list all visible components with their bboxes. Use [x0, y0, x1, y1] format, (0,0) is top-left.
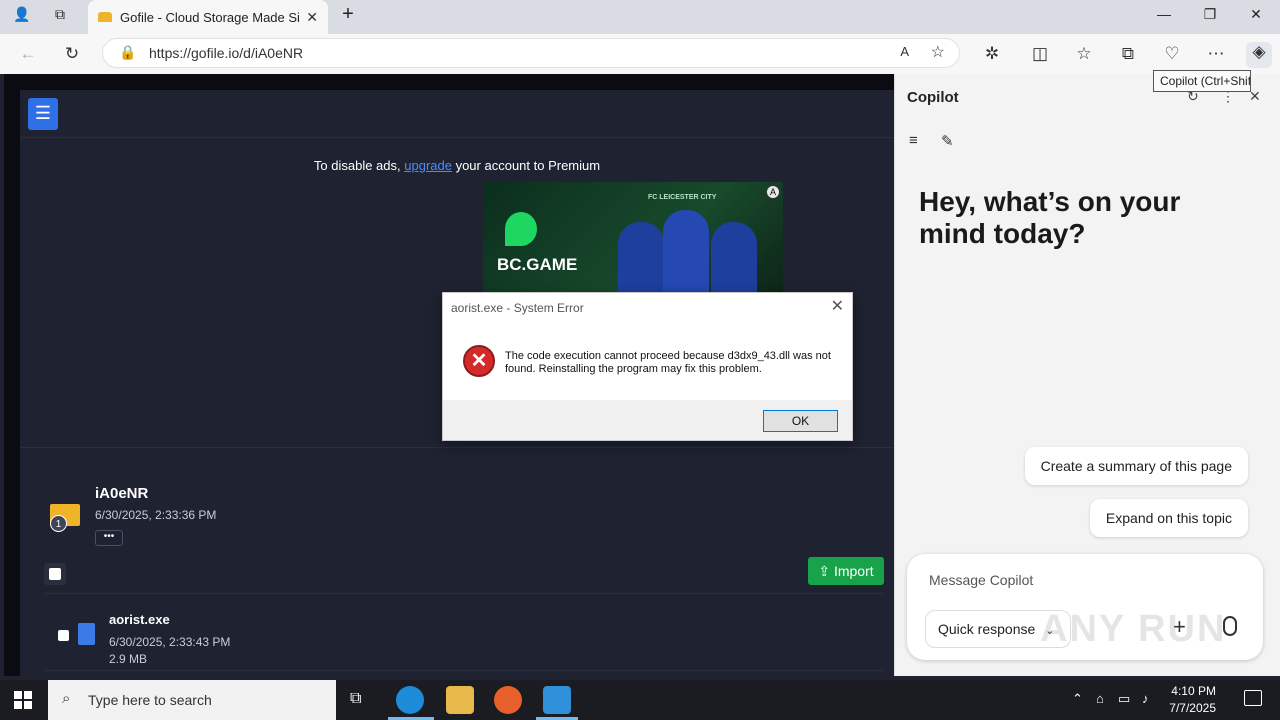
extensions-icon[interactable]: ✲ [980, 44, 1004, 64]
search-icon: ⌕ [62, 690, 71, 707]
minimize-icon[interactable]: — [1152, 6, 1176, 22]
browser-tab[interactable]: Gofile - Cloud Storage Made Simp ✕ [88, 0, 328, 34]
clock-time[interactable]: 4:10 PM [1171, 684, 1216, 698]
hamburger-menu-icon[interactable]: ☰ [28, 98, 58, 130]
url-text: https://gofile.io/d/iA0eNR [149, 45, 304, 61]
split-screen-icon[interactable]: ◫ [1028, 44, 1052, 64]
app-window-icon[interactable] [543, 686, 571, 714]
firefox-icon[interactable] [494, 686, 522, 714]
copilot-tooltip: Copilot (Ctrl+Shift+.) [1153, 70, 1251, 92]
site-header: ☰ [20, 90, 894, 138]
new-tab-icon[interactable]: + [336, 3, 360, 26]
volume-icon[interactable]: ♪ [1142, 691, 1149, 706]
file-date: 6/30/2025, 2:33:43 PM [109, 635, 231, 649]
browser-essentials-icon[interactable]: ♡ [1160, 44, 1184, 64]
folder-more-button[interactable]: ••• [95, 530, 123, 546]
anyrun-watermark: ANY RUN [1040, 608, 1227, 650]
message-input[interactable]: Message Copilot [929, 572, 1033, 588]
bc-game-logo-icon [505, 212, 537, 246]
ad-banner[interactable]: BC.GAME FC LEICESTER CITY A [483, 182, 783, 297]
import-label: Import [833, 563, 874, 579]
edge-taskbar-icon[interactable] [396, 686, 424, 714]
ad-text-before: To disable ads, [313, 158, 405, 173]
windows-taskbar: ⌕ Type here to search ⧉ ⌃ ⌂ ▭ ♪ 4:10 PM … [0, 680, 1280, 720]
close-window-icon[interactable]: ✕ [1244, 6, 1268, 23]
favorites-icon[interactable]: ☆ [1072, 44, 1096, 64]
close-tab-icon[interactable]: ✕ [306, 9, 318, 26]
copilot-icon[interactable]: ◈ [1246, 42, 1272, 68]
read-aloud-icon[interactable]: A [900, 44, 909, 59]
copilot-panel: Copilot ↻ ⋮ ✕ ≡ ✎ Hey, what’s on your mi… [894, 74, 1280, 676]
windows-start-icon[interactable] [14, 691, 32, 709]
copilot-greeting: Hey, what’s on your mind today? [919, 186, 1181, 249]
ad-club: FC LEICESTER CITY [648, 194, 717, 201]
quick-response-label: Quick response [938, 621, 1036, 637]
favorite-star-icon[interactable]: ☆ [931, 42, 945, 62]
player-image [663, 210, 709, 297]
copilot-title: Copilot [907, 89, 959, 106]
dialog-message: The code execution cannot proceed becaus… [505, 350, 831, 375]
error-icon: ✕ [463, 345, 495, 377]
tab-actions-icon[interactable]: ⧉ [48, 6, 72, 23]
file-icon [78, 623, 95, 645]
dialog-title: aorist.exe - System Error [451, 301, 584, 315]
divider [44, 593, 884, 594]
gofile-favicon-icon [98, 12, 112, 22]
folder-date: 6/30/2025, 2:33:36 PM [95, 508, 217, 522]
network-icon[interactable]: ▭ [1118, 691, 1130, 707]
notification-icon[interactable] [1244, 690, 1262, 706]
import-button[interactable]: ⇪ Import [808, 557, 884, 585]
ad-notice: To disable ads, upgrade your account to … [20, 158, 894, 173]
divider [44, 670, 884, 671]
settings-more-icon[interactable]: ⋯ [1204, 44, 1228, 64]
select-all-checkbox[interactable] [44, 563, 66, 585]
copilot-history-icon[interactable]: ≡ [909, 132, 918, 149]
collections-icon[interactable]: ⧉ [1116, 44, 1140, 64]
file-checkbox[interactable] [58, 630, 69, 641]
refresh-icon[interactable]: ↻ [60, 44, 84, 64]
upgrade-link[interactable]: upgrade [404, 158, 452, 173]
show-hidden-icons-icon[interactable]: ⌃ [1072, 691, 1083, 707]
import-icon: ⇪ [818, 563, 831, 579]
restore-icon[interactable]: ❐ [1198, 6, 1222, 23]
device-icon[interactable]: ⌂ [1096, 691, 1104, 706]
ad-text-after: your account to Premium [451, 158, 601, 173]
tab-title: Gofile - Cloud Storage Made Simp [120, 9, 301, 25]
ad-choices-icon[interactable]: A [766, 185, 780, 199]
taskbar-search-box[interactable]: ⌕ Type here to search [48, 680, 336, 720]
player-image [618, 222, 664, 297]
address-toolbar: ← ↻ 🔒 https://gofile.io/d/iA0eNR A ☆ ✲ ◫… [0, 34, 1280, 74]
clock-date[interactable]: 7/7/2025 [1169, 701, 1216, 715]
player-image [711, 222, 757, 297]
url-field[interactable]: 🔒 https://gofile.io/d/iA0eNR A ☆ [102, 38, 960, 68]
ad-brand: BC.GAME [497, 255, 578, 274]
search-placeholder: Type here to search [88, 692, 212, 708]
suggestion-summary-button[interactable]: Create a summary of this page [1024, 447, 1248, 485]
file-size: 2.9 MB [109, 652, 148, 666]
dialog-close-icon[interactable]: ✕ [831, 296, 844, 316]
dialog-footer: OK [443, 400, 852, 440]
back-icon[interactable]: ← [16, 44, 40, 64]
profile-icon[interactable]: 👤 [10, 6, 34, 23]
suggestion-expand-button[interactable]: Expand on this topic [1089, 499, 1248, 537]
file-explorer-icon[interactable] [446, 686, 474, 714]
divider [20, 447, 894, 448]
folder-name: iA0eNR [95, 485, 149, 502]
site-info-icon[interactable]: 🔒 [119, 44, 136, 61]
file-name-link[interactable]: aorist.exe [109, 612, 170, 627]
task-view-icon[interactable]: ⧉ [350, 690, 361, 708]
browser-tab-bar: 👤 ⧉ Gofile - Cloud Storage Made Simp ✕ +… [0, 0, 1280, 34]
new-chat-icon[interactable]: ✎ [941, 132, 954, 150]
ok-button[interactable]: OK [763, 410, 838, 432]
system-error-dialog: aorist.exe - System Error ✕ ✕ The code e… [442, 292, 853, 441]
folder-count-badge: 1 [50, 515, 67, 532]
